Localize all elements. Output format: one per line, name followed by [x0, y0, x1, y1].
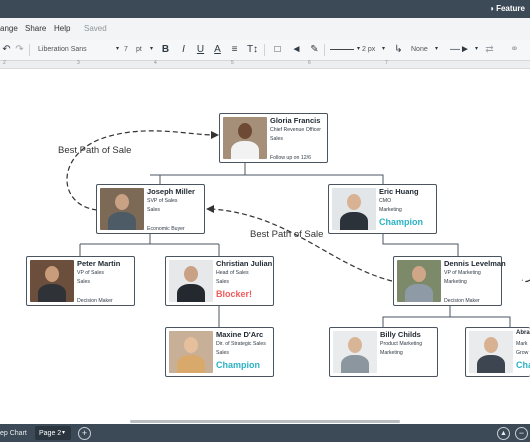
card-note: Follow up on 12/6 — [270, 155, 311, 161]
avatar — [333, 331, 377, 373]
org-card-joseph-miller[interactable]: Joseph Miller SVP of Sales Sales Economi… — [96, 184, 205, 234]
page-tab-current[interactable]: Page 2 ▾ — [35, 426, 71, 440]
blocker-tag: Blocker! — [216, 289, 253, 299]
arrowhead — [211, 131, 219, 139]
org-connector — [382, 305, 511, 327]
card-title: Mark — [516, 341, 528, 347]
add-page-button[interactable]: + — [78, 427, 91, 440]
card-name: Peter Martin — [77, 259, 121, 268]
card-department: Sales — [216, 350, 229, 356]
zoom-out-icon[interactable]: − — [515, 427, 528, 440]
card-title: CMO — [379, 198, 392, 204]
org-connector — [79, 243, 220, 256]
card-department: Sales — [77, 279, 90, 285]
org-card-christian-julian[interactable]: Christian Julian Head of Sales Sales Blo… — [165, 256, 274, 306]
card-note: Decision Maker — [444, 298, 480, 304]
org-connector — [244, 162, 384, 185]
card-title: Dir. of Strategic Sales — [216, 341, 266, 347]
card-title: SVP of Sales — [147, 198, 178, 204]
card-department: Marketing — [379, 207, 402, 213]
org-card-gloria-francis[interactable]: Gloria Francis Chief Revenue Officer Sal… — [219, 113, 328, 163]
card-name: Abra — [516, 330, 530, 336]
avatar — [397, 260, 441, 302]
horizontal-scrollbar[interactable] — [130, 420, 400, 423]
org-card-partial[interactable]: Abra Mark Grow Cha — [465, 327, 530, 377]
org-card-dennis-levelman[interactable]: Dennis Levelman VP of Marketing Marketin… — [393, 256, 506, 306]
avatar — [223, 117, 267, 159]
card-title: VP of Marketing — [444, 270, 481, 276]
card-note: Decision Maker — [77, 298, 113, 304]
avatar — [169, 260, 213, 302]
page-tab-current-label: Page 2 — [39, 430, 62, 437]
best-path-label[interactable]: Best Path of Sale — [250, 229, 323, 240]
avatar — [30, 260, 74, 302]
card-name: Gloria Francis — [270, 116, 321, 125]
card-department: Sales — [147, 207, 160, 213]
card-title: VP of Sales — [77, 270, 105, 276]
card-name: Eric Huang — [379, 187, 419, 196]
avatar — [169, 331, 213, 373]
avatar — [332, 188, 376, 230]
card-name: Joseph Miller — [147, 187, 195, 196]
org-card-billy-childs[interactable]: Billy Childs Product Marketing Marketing — [329, 327, 438, 377]
card-note: Economic Buyer — [147, 226, 185, 232]
card-title: Chief Revenue Officer — [270, 127, 321, 133]
card-title: Product Marketing — [380, 341, 423, 347]
card-department: Sales — [270, 136, 283, 142]
card-name: Christian Julian — [216, 259, 273, 268]
org-card-maxine-darc[interactable]: Maxine D'Arc Dir. of Strategic Sales Sal… — [165, 327, 274, 377]
card-department: Grow — [516, 350, 529, 356]
champion-tag: Champion — [379, 217, 423, 227]
org-connector — [382, 233, 459, 256]
org-card-peter-martin[interactable]: Peter Martin VP of Sales Sales Decision … — [26, 256, 135, 306]
card-name: Dennis Levelman — [444, 259, 506, 268]
arrowhead — [206, 205, 214, 213]
avatar — [469, 331, 513, 373]
champion-tag: Champion — [216, 360, 260, 370]
chevron-down-icon: ▾ — [62, 430, 66, 436]
card-title: Head of Sales — [216, 270, 249, 276]
card-name: Maxine D'Arc — [216, 330, 264, 339]
champion-tag: Cha — [516, 360, 530, 370]
card-name: Billy Childs — [380, 330, 421, 339]
best-path-label[interactable]: Best Path of Sale — [58, 145, 131, 156]
card-department: Sales — [216, 279, 229, 285]
navigate-up-icon[interactable]: ▲ — [497, 427, 510, 440]
card-department: Marketing — [380, 350, 403, 356]
avatar — [100, 188, 144, 230]
best-path-arrow — [521, 279, 530, 283]
page-tab-previous[interactable]: ep Chart — [0, 427, 27, 440]
org-card-eric-huang[interactable]: Eric Huang CMO Marketing Champion — [328, 184, 437, 234]
card-department: Marketing — [444, 279, 467, 285]
